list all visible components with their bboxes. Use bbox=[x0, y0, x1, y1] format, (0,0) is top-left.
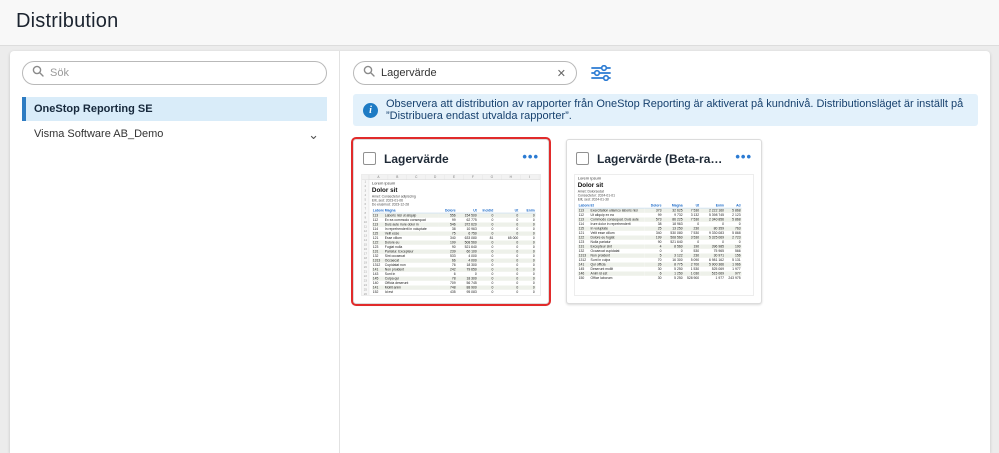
chevron-down-icon[interactable]: ⌄ bbox=[308, 128, 319, 141]
card-title: Lagervärde (Beta-rapport) bbox=[597, 152, 727, 166]
tree-item-onestop-reporting-se[interactable]: OneStop Reporting SE bbox=[22, 97, 327, 121]
thumb-inner: ABCDEFGHI1234567891011121314151617181920… bbox=[362, 175, 541, 296]
report-select-checkbox[interactable] bbox=[363, 152, 376, 165]
report-thumbnail[interactable]: ABCDEFGHI1234567891011121314151617181920… bbox=[361, 174, 541, 296]
left-search-input[interactable] bbox=[50, 67, 317, 79]
tree-item-visma-software-ab-demo[interactable]: Visma Software AB_Demo ⌄ bbox=[22, 121, 327, 147]
report-search-box[interactable]: ✕ bbox=[353, 61, 577, 85]
thumb-inner: Lorem ipsumDolor sitAmet: DolorsedatCons… bbox=[575, 175, 754, 296]
content-sheet: OneStop Reporting SE Visma Software AB_D… bbox=[10, 51, 990, 453]
card-menu-button[interactable]: ••• bbox=[522, 150, 539, 167]
report-select-checkbox[interactable] bbox=[576, 152, 589, 165]
reports-toolbar: ✕ bbox=[353, 61, 978, 85]
app-header: Distribution bbox=[0, 0, 999, 46]
company-tree: OneStop Reporting SE Visma Software AB_D… bbox=[22, 97, 327, 147]
tree-child-label: Visma Software AB_Demo bbox=[34, 128, 163, 140]
left-search-box[interactable] bbox=[22, 61, 327, 85]
distribution-info-banner: i Observera att distribution av rapporte… bbox=[353, 94, 978, 126]
filter-icon[interactable] bbox=[591, 65, 611, 81]
report-thumbnail[interactable]: Lorem ipsumDolor sitAmet: DolorsedatCons… bbox=[574, 174, 754, 296]
info-icon: i bbox=[363, 103, 378, 118]
card-title: Lagervärde bbox=[384, 152, 514, 166]
card-header: Lagervärde (Beta-rapport) ••• bbox=[574, 148, 754, 174]
right-panel: ✕ i Observera att distribution av rappor… bbox=[341, 51, 990, 453]
card-header: Lagervärde ••• bbox=[361, 148, 541, 174]
clear-search-icon[interactable]: ✕ bbox=[556, 67, 567, 80]
report-card[interactable]: Lagervärde ••• ABCDEFGHI1234567891011121… bbox=[353, 139, 549, 304]
card-menu-button[interactable]: ••• bbox=[735, 150, 752, 167]
page-title: Distribution bbox=[16, 10, 118, 33]
cards-row: Lagervärde ••• ABCDEFGHI1234567891011121… bbox=[353, 139, 978, 304]
search-icon bbox=[32, 64, 44, 82]
tree-root-label: OneStop Reporting SE bbox=[34, 103, 153, 115]
search-icon bbox=[363, 64, 375, 82]
report-search-input[interactable] bbox=[381, 67, 550, 79]
left-panel: OneStop Reporting SE Visma Software AB_D… bbox=[10, 51, 340, 453]
report-card[interactable]: Lagervärde (Beta-rapport) ••• Lorem ipsu… bbox=[566, 139, 762, 304]
banner-text: Observera att distribution av rapporter … bbox=[386, 98, 968, 122]
